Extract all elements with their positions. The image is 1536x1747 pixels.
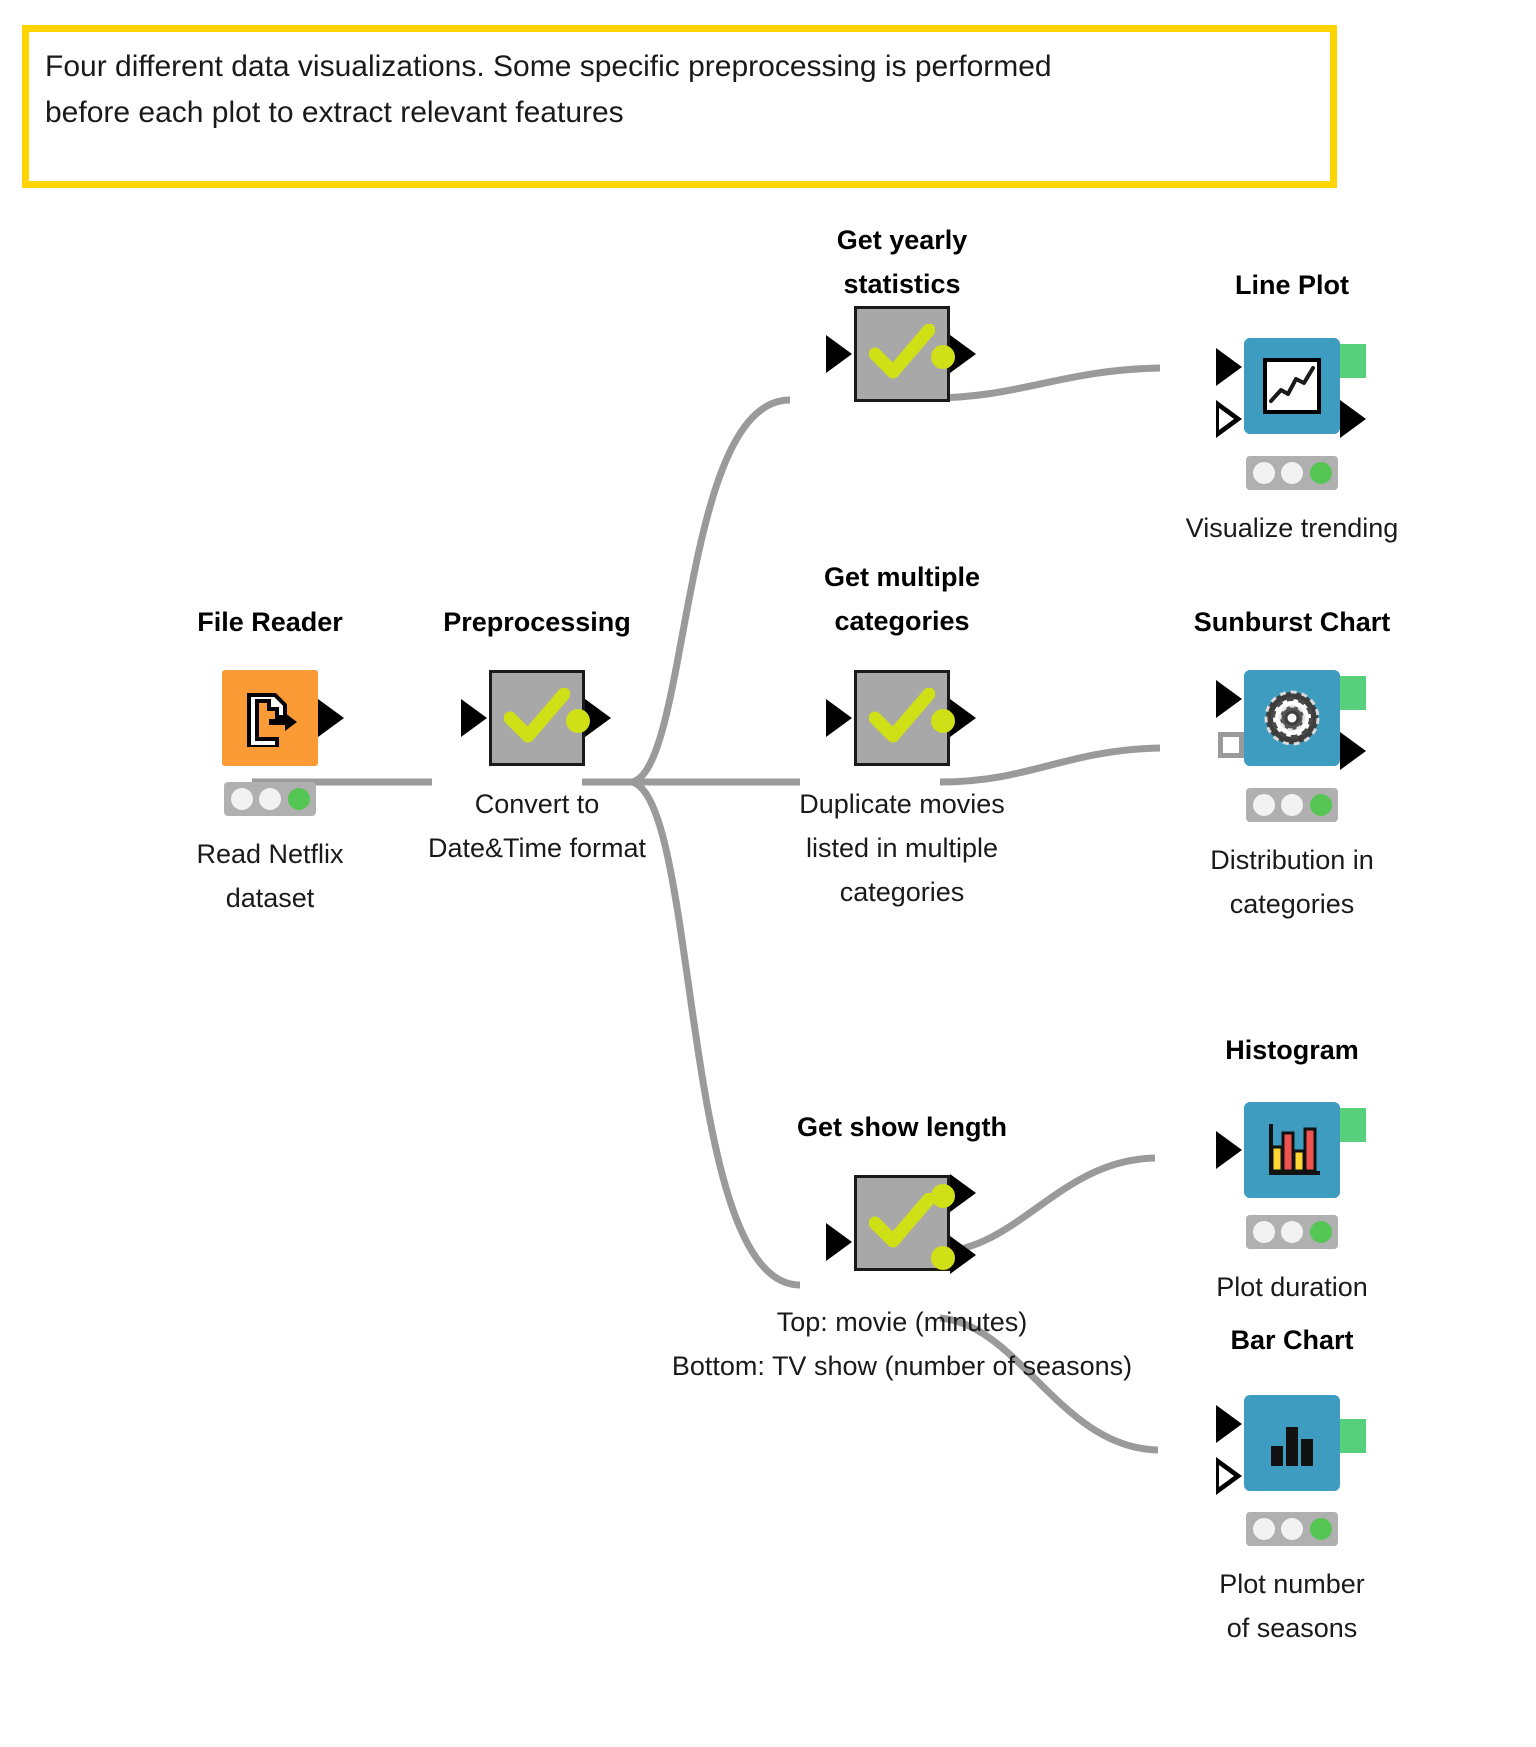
- green-check-icon: [869, 1193, 935, 1253]
- get-multiple-categories-output-dot[interactable]: [931, 709, 955, 733]
- status-light-running: [1281, 462, 1303, 484]
- node-caption-histogram: Plot duration: [1216, 1272, 1368, 1302]
- status-light-running: [1281, 1518, 1303, 1540]
- histogram-icon: [1264, 1121, 1320, 1179]
- node-caption-sunburst-chart: Distribution in categories: [1210, 845, 1374, 919]
- node-title-line-plot: Line Plot: [1235, 270, 1349, 300]
- bar-chart-node-box[interactable]: [1244, 1395, 1340, 1491]
- status-light-idle: [1252, 462, 1275, 484]
- line-chart-icon: [1262, 357, 1322, 415]
- workflow-annotation-box: Four different data visualizations. Some…: [22, 25, 1337, 188]
- node-caption-preprocessing: Convert to Date&Time format: [427, 789, 647, 863]
- status-light-running: [259, 788, 281, 810]
- bar-chart-icon: [1264, 1415, 1320, 1471]
- node-caption-get-multiple-categories: Duplicate movies listed in multiple cate…: [799, 789, 1005, 907]
- get-show-length-input-port[interactable]: [826, 1223, 852, 1261]
- status-light-executed: [1309, 1221, 1332, 1243]
- file-reader-node-box[interactable]: [222, 670, 318, 766]
- node-title-get-show-length: Get show length: [796, 1112, 1007, 1142]
- preprocessing-input-port[interactable]: [461, 699, 487, 737]
- sunburst-chart-output-port-image[interactable]: [1340, 676, 1366, 710]
- line-plot-status-bar: [1246, 456, 1338, 490]
- histogram-input-port-data[interactable]: [1216, 1131, 1242, 1169]
- preprocessing-output-dot[interactable]: [566, 709, 590, 733]
- node-title-histogram: Histogram: [1225, 1035, 1359, 1065]
- node-title-sunburst-chart: Sunburst Chart: [1193, 607, 1391, 637]
- line-plot-output-port-data[interactable]: [1340, 400, 1366, 438]
- file-reader-status-bar: [224, 782, 316, 816]
- annotation-line-1: Four different data visualizations. Some…: [45, 50, 1052, 83]
- get-multiple-categories-node-box[interactable]: [854, 670, 955, 766]
- bar-chart-input-port-optional[interactable]: [1216, 1457, 1242, 1495]
- node-title-get-yearly-statistics: Get yearly statistics: [836, 225, 968, 299]
- histogram-status-bar: [1246, 1215, 1338, 1249]
- get-show-length-output-dot-bottom[interactable]: [931, 1246, 955, 1270]
- status-light-idle: [230, 788, 253, 810]
- status-light-executed: [1309, 1518, 1332, 1540]
- green-check-icon: [869, 688, 935, 748]
- edge-multicat-sunburst: [939, 744, 1161, 786]
- get-yearly-statistics-input-port[interactable]: [826, 335, 852, 373]
- bar-chart-output-port-image[interactable]: [1340, 1419, 1366, 1453]
- sunburst-chart-node-box[interactable]: [1244, 670, 1340, 766]
- status-light-executed: [1309, 462, 1332, 484]
- annotation-line-2: before each plot to extract relevant fea…: [45, 96, 624, 129]
- histogram-node-box[interactable]: [1244, 1102, 1340, 1198]
- status-light-idle: [1252, 1518, 1275, 1540]
- get-yearly-statistics-node-box[interactable]: [854, 306, 955, 402]
- get-show-length-output-dot-top[interactable]: [931, 1184, 955, 1208]
- line-plot-input-port-data[interactable]: [1216, 348, 1242, 386]
- line-plot-input-port-optional[interactable]: [1216, 400, 1242, 438]
- line-plot-node-box[interactable]: [1244, 338, 1340, 434]
- bar-chart-status-bar: [1246, 1512, 1338, 1546]
- get-multiple-categories-input-port[interactable]: [826, 699, 852, 737]
- sunburst-chart-input-port-optional[interactable]: [1218, 732, 1244, 758]
- status-light-executed: [1309, 794, 1332, 816]
- get-yearly-statistics-output-dot[interactable]: [931, 345, 955, 369]
- node-caption-bar-chart: Plot number of seasons: [1219, 1569, 1365, 1643]
- green-check-icon: [869, 324, 935, 384]
- status-light-running: [1281, 1221, 1303, 1243]
- line-plot-output-port-image[interactable]: [1340, 344, 1366, 378]
- sunburst-icon: [1263, 689, 1321, 747]
- node-caption-line-plot: Visualize trending: [1185, 513, 1399, 543]
- histogram-output-port-image[interactable]: [1340, 1108, 1366, 1142]
- status-light-running: [1281, 794, 1303, 816]
- node-title-get-multiple-categories: Get multiple categories: [823, 562, 980, 636]
- bar-chart-input-port-data[interactable]: [1216, 1405, 1242, 1443]
- status-light-executed: [287, 788, 310, 810]
- green-check-icon: [504, 688, 570, 748]
- preprocessing-node-box[interactable]: [489, 670, 590, 766]
- sunburst-chart-output-port-data[interactable]: [1340, 732, 1366, 770]
- file-reader-output-port[interactable]: [318, 699, 344, 737]
- sunburst-chart-input-port-data[interactable]: [1216, 680, 1242, 718]
- node-title-bar-chart: Bar Chart: [1230, 1325, 1354, 1355]
- sunburst-chart-status-bar: [1246, 788, 1338, 822]
- file-export-icon: [241, 689, 299, 747]
- get-show-length-node-box[interactable]: [854, 1175, 955, 1271]
- status-light-idle: [1252, 1221, 1275, 1243]
- node-title-preprocessing: Preprocessing: [443, 607, 631, 637]
- status-light-idle: [1252, 794, 1275, 816]
